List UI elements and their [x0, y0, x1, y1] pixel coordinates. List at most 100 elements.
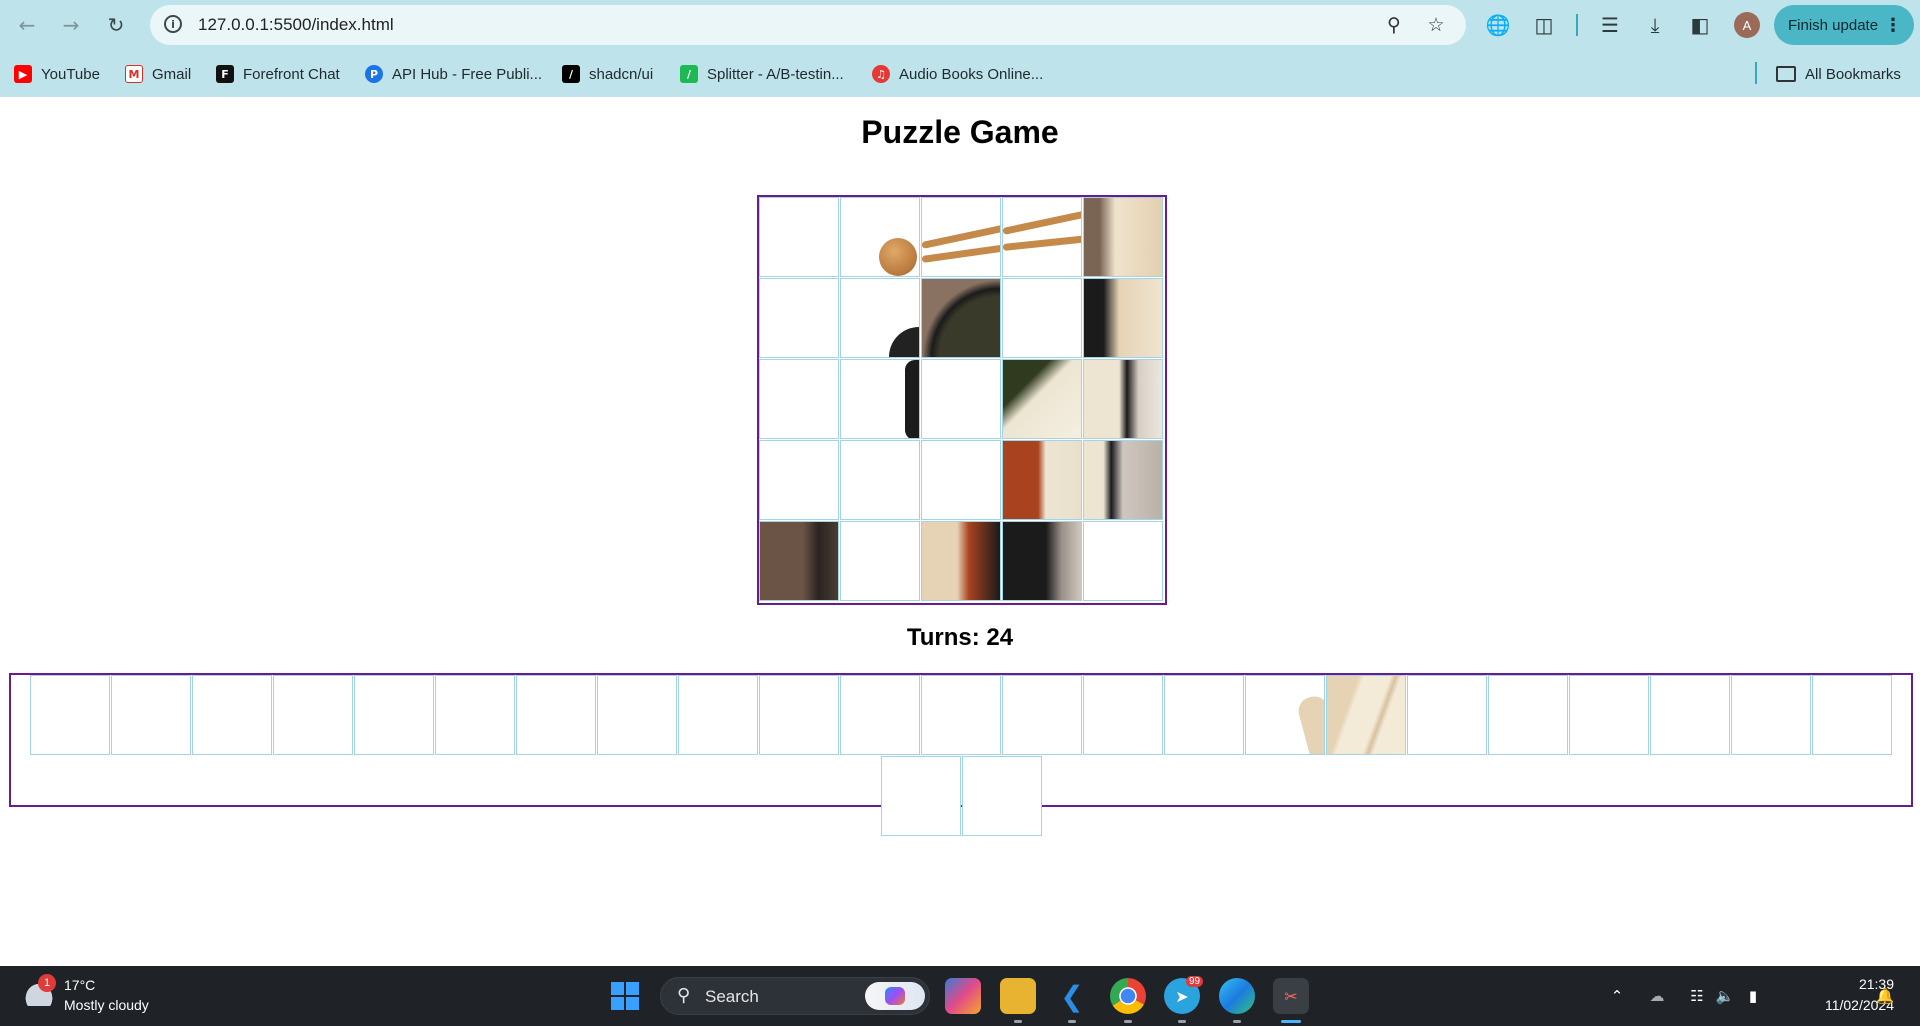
empty-piece-slot[interactable]: [435, 675, 515, 755]
extensions-icon[interactable]: ◫: [1530, 11, 1558, 39]
gmail-icon: M: [125, 65, 143, 83]
bookmark-api-hub[interactable]: P API Hub - Free Publi...: [365, 62, 542, 86]
board-tile[interactable]: [1002, 440, 1082, 520]
empty-piece-slot[interactable]: [30, 675, 110, 755]
downloads-icon[interactable]: ⤓: [1641, 11, 1669, 39]
empty-board-slot[interactable]: [840, 440, 920, 520]
board-tile[interactable]: [840, 359, 920, 439]
board-tile[interactable]: [759, 521, 839, 601]
empty-piece-slot[interactable]: [1731, 675, 1811, 755]
empty-piece-slot[interactable]: [1002, 675, 1082, 755]
zoom-icon[interactable]: ⚲: [1382, 13, 1406, 37]
board-tile[interactable]: [759, 278, 839, 358]
reload-icon[interactable]: ↻: [101, 11, 131, 39]
bookmark-star-icon[interactable]: ☆: [1424, 13, 1448, 37]
empty-piece-slot[interactable]: [111, 675, 191, 755]
copilot-icon[interactable]: [865, 982, 925, 1010]
file-explorer-icon[interactable]: [1000, 978, 1036, 1014]
wifi-icon[interactable]: ☷: [1686, 985, 1708, 1007]
office-app-icon[interactable]: [945, 978, 981, 1014]
bookmark-splitter[interactable]: / Splitter - A/B-testin...: [680, 62, 844, 86]
back-icon[interactable]: ←: [12, 11, 42, 39]
empty-piece-slot[interactable]: [354, 675, 434, 755]
board-tile[interactable]: [1083, 440, 1163, 520]
board-tile[interactable]: [1083, 521, 1163, 601]
board-tile[interactable]: [1083, 359, 1163, 439]
empty-piece-slot[interactable]: [840, 675, 920, 755]
puzzle-piece[interactable]: [1407, 675, 1487, 755]
empty-piece-slot[interactable]: [881, 756, 961, 836]
finish-update-button[interactable]: Finish update ⋮: [1774, 5, 1914, 45]
site-info-icon[interactable]: i: [164, 15, 182, 33]
chevron-up-icon[interactable]: ⌃: [1606, 985, 1628, 1007]
board-tile[interactable]: [840, 521, 920, 601]
empty-piece-slot[interactable]: [1083, 675, 1163, 755]
empty-piece-slot[interactable]: [516, 675, 596, 755]
audiobooks-icon: ♫: [872, 65, 890, 83]
empty-piece-slot[interactable]: [192, 675, 272, 755]
puzzle-piece[interactable]: [1326, 675, 1406, 755]
volume-icon[interactable]: 🔈: [1714, 985, 1736, 1007]
battery-icon[interactable]: ▮: [1742, 985, 1764, 1007]
taskbar-search[interactable]: ⚲ Search: [660, 977, 930, 1015]
board-tile[interactable]: [1002, 278, 1082, 358]
chrome-icon[interactable]: [1110, 978, 1146, 1014]
board-tile[interactable]: [1002, 521, 1082, 601]
empty-piece-slot[interactable]: [1650, 675, 1730, 755]
vscode-icon[interactable]: ❮: [1054, 978, 1090, 1014]
empty-piece-slot[interactable]: [759, 675, 839, 755]
board-tile[interactable]: [1083, 278, 1163, 358]
puzzle-piece[interactable]: [1245, 675, 1325, 755]
profile-avatar[interactable]: A: [1734, 12, 1760, 38]
board-tile[interactable]: [1002, 359, 1082, 439]
board-tile[interactable]: [921, 278, 1001, 358]
taskbar: 1 17°C Mostly cloudy ⚲ Search ❮ ➤ 99 ✂ ⌃…: [0, 966, 1920, 1026]
spoon-handle: [922, 223, 1000, 249]
address-bar[interactable]: i 127.0.0.1:5500/index.html ⚲ ☆: [150, 5, 1466, 45]
side-panel-icon[interactable]: ◧: [1686, 11, 1714, 39]
reading-list-icon[interactable]: ☰: [1596, 11, 1624, 39]
empty-board-slot[interactable]: [759, 440, 839, 520]
bookmark-youtube[interactable]: ▶ YouTube: [14, 62, 100, 86]
bookmark-label: YouTube: [41, 65, 100, 83]
empty-piece-slot[interactable]: [1569, 675, 1649, 755]
notification-bell-icon[interactable]: 🔔: [1874, 985, 1896, 1007]
board-tile[interactable]: [840, 278, 920, 358]
forward-icon[interactable]: →: [56, 11, 86, 39]
pan-edge: [889, 327, 919, 357]
bookmark-label: API Hub - Free Publi...: [392, 65, 543, 83]
board-tile[interactable]: [1002, 197, 1082, 277]
bookmark-gmail[interactable]: M Gmail: [125, 62, 191, 86]
empty-piece-slot[interactable]: [1812, 675, 1892, 755]
empty-piece-slot[interactable]: [1488, 675, 1568, 755]
spoon-handle: [1003, 234, 1081, 251]
board-tile[interactable]: [1083, 197, 1163, 277]
empty-piece-slot[interactable]: [1164, 675, 1244, 755]
board-tile[interactable]: [759, 197, 839, 277]
bookmark-shadcn[interactable]: / shadcn/ui: [562, 62, 653, 86]
snipping-tool-icon[interactable]: ✂: [1273, 978, 1309, 1014]
board-tile[interactable]: [759, 359, 839, 439]
board-tile[interactable]: [921, 359, 1001, 439]
board-tile[interactable]: [840, 197, 920, 277]
bookmark-label: shadcn/ui: [589, 65, 654, 83]
board-tile[interactable]: [921, 521, 1001, 601]
empty-piece-slot[interactable]: [678, 675, 758, 755]
empty-piece-slot[interactable]: [597, 675, 677, 755]
bookmark-forefront-chat[interactable]: F Forefront Chat: [216, 62, 340, 86]
bookmark-audio-books[interactable]: ♫ Audio Books Online...: [872, 62, 1043, 86]
spoon-part: [879, 238, 917, 276]
edge-icon[interactable]: [1219, 978, 1255, 1014]
translate-icon[interactable]: 🌐: [1484, 11, 1512, 39]
board-tile[interactable]: [921, 197, 1001, 277]
url-text[interactable]: 127.0.0.1:5500/index.html: [198, 15, 394, 35]
empty-piece-slot[interactable]: [273, 675, 353, 755]
spoon-handle: [1003, 209, 1081, 235]
browser-toolbar: ← → ↻ i 127.0.0.1:5500/index.html ⚲ ☆ 🌐 …: [0, 0, 1920, 50]
empty-piece-slot[interactable]: [962, 756, 1042, 836]
empty-board-slot[interactable]: [921, 440, 1001, 520]
all-bookmarks-button[interactable]: All Bookmarks: [1776, 62, 1901, 86]
windows-start-icon[interactable]: [611, 982, 639, 1010]
empty-piece-slot[interactable]: [921, 675, 1001, 755]
onedrive-icon[interactable]: ☁: [1646, 985, 1668, 1007]
